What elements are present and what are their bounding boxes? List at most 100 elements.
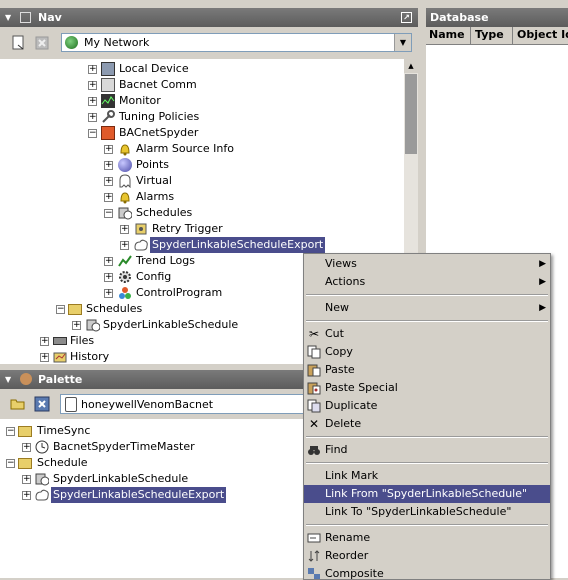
menu-item-duplicate[interactable]: Duplicate — [304, 397, 550, 415]
close-palette-icon[interactable] — [34, 396, 50, 412]
tree-label: Alarms — [136, 190, 175, 203]
tree-row-bacnetspyder[interactable]: − BACnetSpyder — [0, 125, 404, 141]
expand-icon[interactable]: + — [22, 475, 31, 484]
open-folder-icon[interactable] — [10, 396, 26, 412]
close-disabled-icon[interactable] — [34, 35, 50, 51]
clock-icon — [35, 440, 49, 454]
schedule-export-icon — [35, 488, 49, 502]
tree-row-points[interactable]: + Points — [0, 157, 404, 173]
menu-item-delete[interactable]: ✕ Delete — [304, 415, 550, 433]
expand-icon[interactable]: + — [104, 273, 113, 282]
collapse-arrow-icon[interactable]: ▼ — [5, 370, 11, 389]
nav-toolbar: My Network ▼ — [0, 27, 418, 59]
expand-icon[interactable]: + — [120, 225, 129, 234]
tree-label: Points — [136, 158, 170, 171]
ghost-icon — [118, 174, 132, 189]
collapse-icon[interactable]: − — [88, 129, 97, 138]
copy-icon — [307, 345, 321, 359]
collapse-icon[interactable]: − — [6, 459, 15, 468]
expand-icon[interactable]: + — [22, 443, 31, 452]
menu-item-link-from[interactable]: Link From "SpyderLinkableSchedule" — [304, 485, 550, 503]
expand-icon[interactable]: + — [104, 289, 113, 298]
menu-item-find[interactable]: Find — [304, 441, 550, 459]
expand-icon[interactable]: + — [104, 257, 113, 266]
column-header-type[interactable]: Type — [475, 28, 504, 41]
tree-label: Schedules — [86, 302, 143, 315]
menu-item-reorder[interactable]: Reorder — [304, 547, 550, 565]
expand-icon[interactable]: + — [104, 145, 113, 154]
tree-label: Local Device — [119, 62, 189, 75]
folder-icon — [18, 426, 32, 437]
history-icon — [53, 350, 67, 364]
expand-icon[interactable]: + — [120, 241, 129, 250]
menu-item-rename[interactable]: Rename — [304, 529, 550, 547]
palette-module-field[interactable]: honeywellVenomBacnet — [60, 394, 310, 414]
column-header-object-id[interactable]: Object Id — [517, 28, 568, 41]
gear-icon — [118, 270, 132, 284]
expand-icon[interactable]: + — [104, 161, 113, 170]
scroll-thumb[interactable] — [405, 74, 417, 154]
column-header-name[interactable]: Name — [429, 28, 465, 41]
tree-row-spyder-linkable-schedule-export[interactable]: + SpyderLinkableScheduleExport — [0, 237, 404, 253]
tree-label: SpyderLinkableSchedule — [53, 472, 189, 485]
expand-icon[interactable]: + — [88, 65, 97, 74]
maximize-icon[interactable]: ↗ — [401, 12, 412, 23]
tree-row-schedules[interactable]: − Schedules — [0, 205, 404, 221]
menu-item-paste[interactable]: Paste — [304, 361, 550, 379]
tree-label-selected: SpyderLinkableScheduleExport — [51, 487, 227, 503]
expand-icon[interactable]: + — [40, 353, 49, 362]
monitor-icon — [101, 94, 115, 108]
expand-icon[interactable]: + — [104, 177, 113, 186]
expand-icon[interactable]: + — [104, 193, 113, 202]
expand-icon[interactable]: + — [88, 97, 97, 106]
tree-label: Monitor — [119, 94, 161, 107]
collapse-icon[interactable]: − — [56, 305, 65, 314]
tree-label: Schedule — [37, 456, 88, 469]
submenu-arrow-icon: ▶ — [539, 303, 546, 313]
network-select[interactable]: My Network ▼ — [61, 33, 412, 52]
menu-item-actions[interactable]: Actions ▶ — [304, 273, 550, 291]
menu-item-link-to[interactable]: Link To "SpyderLinkableSchedule" — [304, 503, 550, 521]
menu-item-views[interactable]: Views ▶ — [304, 255, 550, 273]
scissors-icon: ✂ — [308, 327, 320, 341]
chevron-down-icon[interactable]: ▼ — [394, 34, 411, 51]
tree-row-tuning-policies[interactable]: + Tuning Policies — [0, 109, 404, 125]
tree-label: Files — [70, 334, 95, 347]
expand-icon[interactable]: + — [40, 337, 49, 346]
tree-label: TimeSync — [37, 424, 91, 437]
reorder-icon — [307, 549, 321, 563]
collapse-icon[interactable]: − — [6, 427, 15, 436]
tree-row-alarms[interactable]: + Alarms — [0, 189, 404, 205]
points-icon — [118, 158, 132, 172]
tree-label: Tuning Policies — [119, 110, 200, 123]
menu-separator — [306, 524, 548, 526]
tree-row-bacnet-comm[interactable]: + Bacnet Comm — [0, 77, 404, 93]
tree-row-monitor[interactable]: + Monitor — [0, 93, 404, 109]
tree-row-retry-trigger[interactable]: + Retry Trigger — [0, 221, 404, 237]
palette-title: Palette — [38, 373, 83, 386]
collapse-icon[interactable]: − — [104, 209, 113, 218]
bell-icon — [118, 142, 132, 156]
tree-row-local-device[interactable]: + Local Device — [0, 61, 404, 77]
menu-item-cut[interactable]: ✂ Cut — [304, 325, 550, 343]
expand-icon[interactable]: + — [88, 81, 97, 90]
tree-label: History — [70, 350, 110, 363]
tree-label: Schedules — [136, 206, 193, 219]
expand-icon[interactable]: + — [72, 321, 81, 330]
menu-item-new[interactable]: New ▶ — [304, 299, 550, 317]
new-document-icon[interactable] — [10, 35, 26, 51]
tree-label: Alarm Source Info — [136, 142, 234, 155]
expand-icon[interactable]: + — [88, 113, 97, 122]
database-header: Name Type Object Id — [426, 27, 568, 45]
tree-row-virtual[interactable]: + Virtual — [0, 173, 404, 189]
tree-label: Retry Trigger — [152, 222, 223, 235]
collapse-arrow-icon[interactable]: ▼ — [5, 8, 11, 27]
tree-row-alarm-source-info[interactable]: + Alarm Source Info — [0, 141, 404, 157]
expand-icon[interactable]: + — [22, 491, 31, 500]
menu-item-paste-special[interactable]: Paste Special — [304, 379, 550, 397]
menu-item-link-mark[interactable]: Link Mark — [304, 467, 550, 485]
menu-item-copy[interactable]: Copy — [304, 343, 550, 361]
duplicate-icon — [307, 399, 321, 413]
folder-icon — [68, 304, 82, 315]
scroll-up-icon[interactable]: ▲ — [404, 59, 418, 73]
